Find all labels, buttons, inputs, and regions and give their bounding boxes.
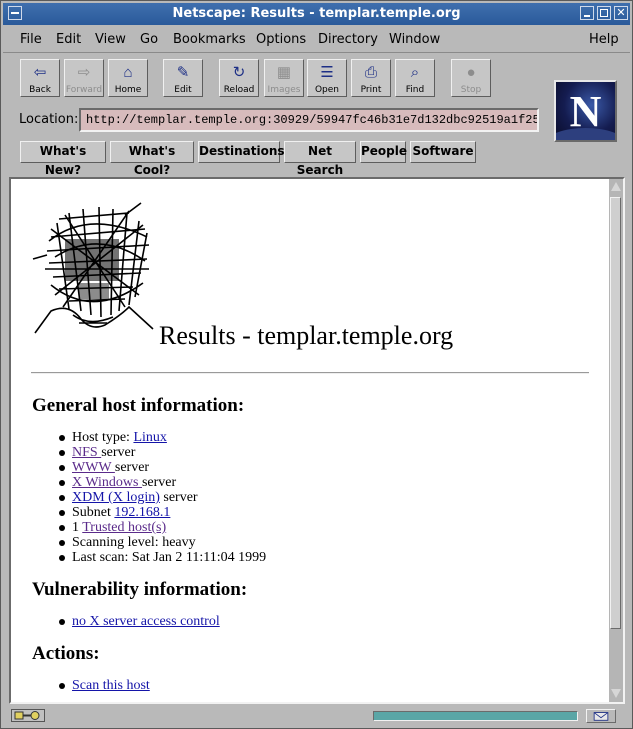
edit-label: Edit (174, 85, 192, 95)
vertical-scrollbar[interactable] (609, 179, 623, 702)
open-label: Open (314, 85, 340, 95)
list-item: 1 Trusted host(s) (58, 520, 266, 535)
stop-icon: ● (466, 64, 476, 81)
back-label: Back (29, 85, 51, 95)
menu-view[interactable]: View (95, 32, 126, 47)
actions-list: Scan this host (59, 678, 150, 693)
vuln-info-heading: Vulnerability information: (32, 579, 248, 600)
list-item: no X server access control (59, 614, 220, 629)
find-label: Find (405, 85, 425, 95)
location-field[interactable]: http://templar.temple.org:30929/59947fc4… (79, 108, 539, 132)
list-item: XDM (X login) server (58, 490, 266, 505)
scroll-down-arrow-icon[interactable] (611, 689, 621, 698)
list-item: Subnet 192.168.1 (58, 505, 266, 520)
menu-directory[interactable]: Directory (318, 32, 378, 47)
list-item: Scanning level: heavy (58, 535, 266, 550)
title-bar[interactable]: Netscape: Results - templar.temple.org ✕ (3, 3, 630, 25)
xdm-link[interactable]: XDM (X login) (72, 490, 160, 505)
menu-help[interactable]: Help (589, 32, 619, 47)
edit-button[interactable]: ✎ Edit (163, 59, 203, 97)
destinations-button[interactable]: Destinations (198, 141, 285, 163)
software-button[interactable]: Software (410, 141, 476, 163)
menu-options[interactable]: Options (256, 32, 306, 47)
binoculars-icon: ⌕ (410, 64, 420, 81)
general-info-list: Host type: Linux NFS server WWW server X… (58, 430, 267, 565)
whats-cool-button[interactable]: What's Cool? (110, 141, 194, 177)
printer-icon: ⎙ (364, 64, 377, 81)
logo-n-glyph: N (569, 87, 602, 136)
reload-icon: ↻ (232, 64, 246, 81)
x-windows-link[interactable]: X Windows (72, 475, 142, 490)
progress-bar (373, 711, 578, 721)
net-search-button[interactable]: Net Search (284, 141, 356, 177)
list-item: X Windows server (58, 475, 266, 490)
find-button[interactable]: ⌕ Find (395, 59, 435, 97)
security-key-icon[interactable] (11, 709, 45, 722)
window-title: Netscape: Results - templar.temple.org (172, 6, 461, 21)
horizontal-rule (31, 372, 589, 374)
scroll-up-arrow-icon[interactable] (611, 182, 621, 191)
menu-file[interactable]: File (20, 32, 42, 47)
netscape-window: Netscape: Results - templar.temple.org ✕… (0, 0, 633, 729)
back-button[interactable]: ⇦ Back (20, 59, 60, 97)
list-item: Last scan: Sat Jan 2 11:11:04 1999 (58, 550, 267, 565)
menu-bar: File Edit View Go Bookmarks Options Dire… (3, 26, 630, 53)
home-button[interactable]: ⌂ Home (108, 59, 148, 97)
print-button[interactable]: ⎙ Print (351, 59, 391, 97)
status-bar (3, 706, 630, 726)
trusted-hosts-link[interactable]: Trusted host(s) (82, 520, 166, 535)
page-content[interactable]: Results - templar.temple.org General hos… (9, 177, 625, 704)
people-button[interactable]: People (360, 141, 407, 163)
images-label: Images (267, 85, 301, 95)
open-button[interactable]: ☰ Open (307, 59, 347, 97)
images-button[interactable]: ▦ Images (264, 59, 304, 97)
list-item: WWW server (58, 460, 266, 475)
back-arrow-icon: ⇦ (33, 64, 47, 81)
stop-label: Stop (460, 85, 482, 95)
general-info-heading: General host information: (32, 395, 245, 416)
x-access-control-link[interactable]: no X server access control (72, 614, 220, 629)
menu-go[interactable]: Go (140, 32, 158, 47)
subnet-link[interactable]: 192.168.1 (114, 505, 170, 520)
scan-host-link[interactable]: Scan this host (72, 678, 150, 693)
whats-new-button[interactable]: What's New? (20, 141, 106, 177)
forward-arrow-icon: ⇨ (77, 64, 91, 81)
list-item: NFS server (58, 445, 266, 460)
satan-logo-image (32, 202, 154, 334)
pencil-icon: ✎ (176, 64, 190, 81)
menu-window[interactable]: Window (389, 32, 440, 47)
linux-link[interactable]: Linux (133, 430, 166, 445)
www-link[interactable]: WWW (72, 460, 115, 475)
images-icon: ▦ (276, 64, 292, 81)
close-icon[interactable]: ✕ (614, 6, 628, 20)
menu-edit[interactable]: Edit (56, 32, 81, 47)
actions-heading: Actions: (32, 643, 100, 664)
nfs-link[interactable]: NFS (72, 445, 101, 460)
location-label: Location: (19, 112, 79, 127)
home-icon: ⌂ (123, 64, 133, 81)
netscape-logo[interactable]: N (554, 80, 617, 142)
maximize-icon[interactable] (597, 6, 611, 20)
reload-label: Reload (223, 85, 255, 95)
mail-icon[interactable] (586, 709, 616, 723)
minimize-icon[interactable] (580, 6, 594, 20)
forward-label: Forward (65, 85, 103, 95)
vuln-info-list: no X server access control (59, 614, 220, 629)
forward-button[interactable]: ⇨ Forward (64, 59, 104, 97)
menu-bookmarks[interactable]: Bookmarks (173, 32, 246, 47)
page-title: Results - templar.temple.org (159, 321, 454, 350)
open-icon: ☰ (320, 64, 334, 81)
stop-button[interactable]: ● Stop (451, 59, 491, 97)
print-label: Print (360, 85, 382, 95)
reload-button[interactable]: ↻ Reload (219, 59, 259, 97)
scroll-thumb[interactable] (610, 197, 621, 629)
home-label: Home (114, 85, 142, 95)
list-item: Scan this host (59, 678, 150, 693)
list-item: Host type: Linux (58, 430, 266, 445)
